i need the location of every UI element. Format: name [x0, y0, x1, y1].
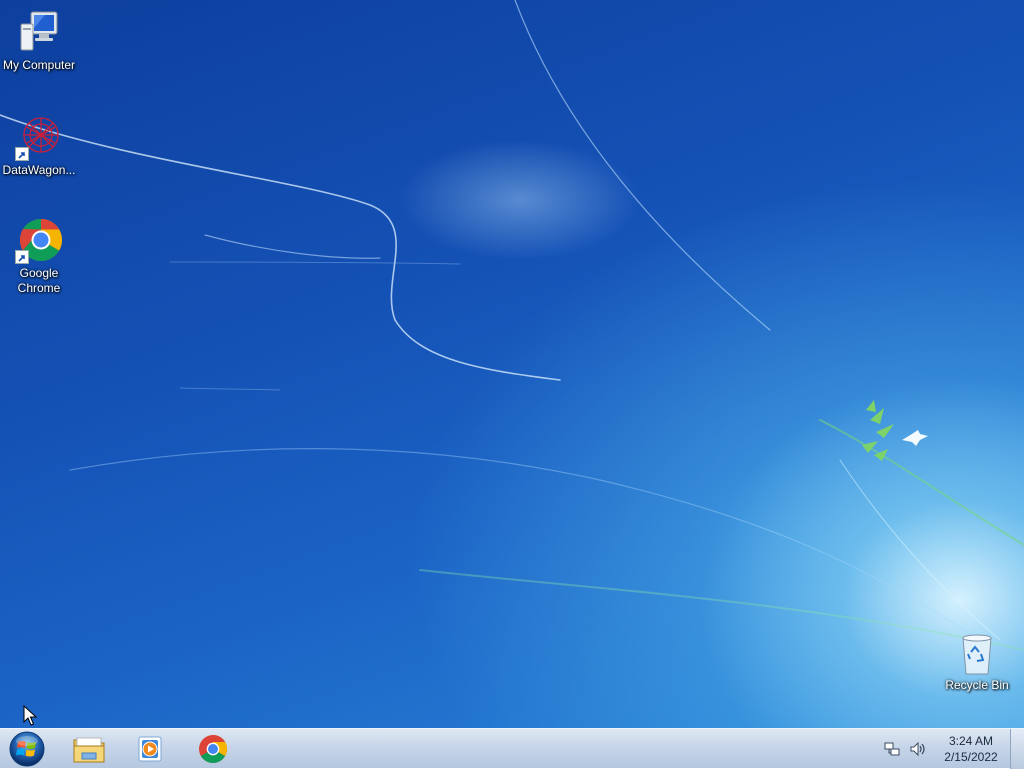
google-chrome-shortcut[interactable]: Google Chrome [0, 216, 78, 296]
chrome-icon [199, 735, 228, 764]
shortcut-arrow-icon [15, 250, 29, 264]
datawagon-icon [15, 113, 63, 161]
shortcut-arrow-icon [15, 147, 29, 161]
taskbar: 3:24 AM 2/15/2022 [0, 728, 1024, 769]
datawagon-shortcut[interactable]: DataWagon... [0, 113, 78, 178]
desktop-icon-label: Google Chrome [17, 266, 61, 295]
system-tray: 3:24 AM 2/15/2022 [882, 729, 1008, 769]
mouse-cursor-icon [23, 705, 38, 726]
taskbar-media-player[interactable] [128, 731, 172, 767]
my-computer-icon[interactable]: My Computer [0, 8, 78, 73]
desktop[interactable]: My Computer DataWagon... Google Chrome R… [0, 0, 1024, 728]
chrome-icon [15, 216, 63, 264]
folder-icon [73, 737, 105, 763]
clock-date: 2/15/2022 [944, 750, 998, 764]
desktop-icon-label: My Computer [2, 58, 76, 72]
taskbar-windows-explorer[interactable] [67, 731, 111, 767]
recycle-bin-icon [957, 632, 997, 676]
windows-logo-icon [9, 731, 45, 767]
computer-icon [15, 8, 63, 56]
wallpaper-graphic [0, 0, 1024, 651]
volume-icon[interactable] [908, 739, 928, 759]
media-player-icon [138, 736, 162, 762]
network-icon[interactable] [882, 739, 902, 759]
start-button[interactable] [5, 730, 49, 768]
clock[interactable]: 3:24 AM 2/15/2022 [934, 733, 1008, 765]
taskbar-google-chrome[interactable] [191, 731, 235, 767]
clock-time: 3:24 AM [948, 734, 994, 748]
recycle-bin-icon[interactable]: Recycle Bin [938, 632, 1016, 693]
show-desktop-button[interactable] [1010, 729, 1024, 769]
desktop-icon-label: Recycle Bin [945, 678, 1009, 692]
desktop-icon-label: DataWagon... [2, 163, 76, 177]
